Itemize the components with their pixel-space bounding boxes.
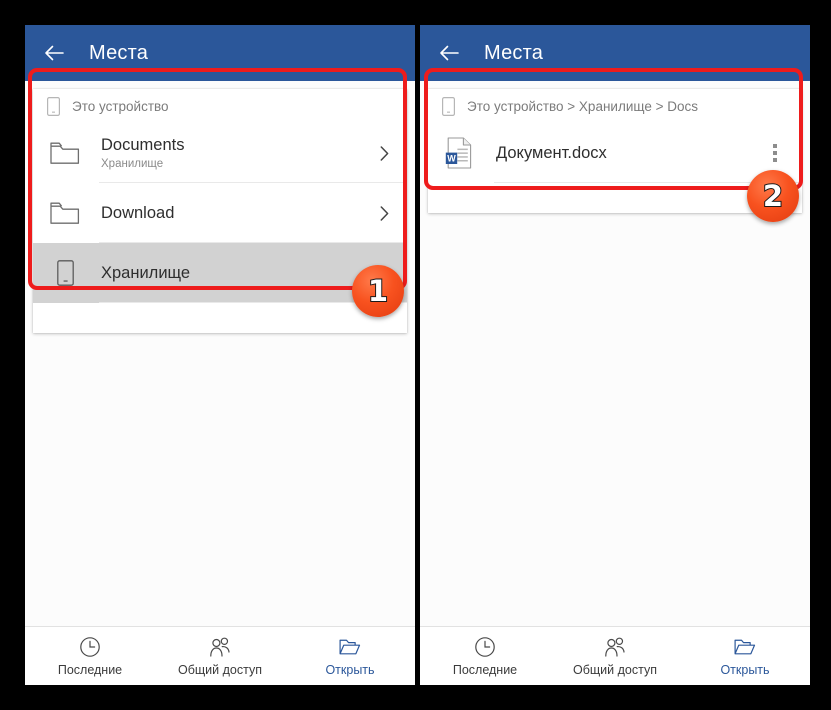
list-item-title: Documents <box>101 136 185 155</box>
page-title: Места <box>89 41 149 64</box>
annotation-badge-number: 1 <box>367 273 389 308</box>
list-item-text: Download <box>101 204 380 223</box>
tab-label: Общий доступ <box>573 662 657 677</box>
phone-panel-left: Места Это устройство Documents Хранилище… <box>25 25 415 685</box>
device-icon <box>47 260 83 286</box>
svg-text:W: W <box>447 153 456 163</box>
annotation-badge-1: 1 <box>352 265 404 317</box>
back-arrow-icon[interactable] <box>41 40 67 66</box>
people-icon <box>605 637 625 657</box>
device-icon <box>47 96 60 116</box>
bottom-tab-bar-left: Последние Общий доступ Открыть <box>25 626 415 685</box>
tab-open[interactable]: Открыть <box>285 627 415 685</box>
app-bar-right: Места <box>420 25 810 81</box>
folder-icon <box>47 141 83 165</box>
annotation-badge-2: 2 <box>747 170 799 222</box>
tab-label: Открыть <box>720 662 770 677</box>
folder-open-icon <box>734 639 756 654</box>
files-list-card-right: Это устройство > Хранилище > Docs W Доку… <box>428 89 802 213</box>
kebab-menu-icon[interactable] <box>766 142 784 164</box>
tab-label: Последние <box>57 662 123 677</box>
list-item-text: Хранилище <box>101 264 380 283</box>
list-item-text: Documents Хранилище <box>101 136 380 170</box>
list-item-text: Документ.docx <box>496 144 766 163</box>
tab-recent[interactable]: Последние <box>420 627 550 685</box>
back-arrow-icon[interactable] <box>436 40 462 66</box>
card-tail <box>33 303 407 333</box>
annotation-badge-number: 2 <box>762 178 784 213</box>
tab-label: Общий доступ <box>178 662 262 677</box>
tab-open[interactable]: Открыть <box>680 627 810 685</box>
list-item[interactable]: W Документ.docx <box>428 123 802 183</box>
tab-label: Открыть <box>325 662 375 677</box>
tab-label: Последние <box>452 662 518 677</box>
breadcrumb-left[interactable]: Это устройство <box>33 89 407 123</box>
people-icon <box>210 637 230 657</box>
word-document-icon: W <box>442 137 478 169</box>
device-icon <box>442 96 455 116</box>
folder-open-icon <box>339 639 361 654</box>
chevron-right-icon <box>380 205 389 221</box>
breadcrumb-text: Это устройство <box>72 98 169 114</box>
phone-panel-right: Места Это устройство > Хранилище > Docs <box>420 25 810 685</box>
list-item-title: Хранилище <box>101 263 191 282</box>
places-list-card-left: Это устройство Documents Хранилище Downl… <box>33 89 407 333</box>
folder-icon <box>47 201 83 225</box>
tab-shared[interactable]: Общий доступ <box>155 627 285 685</box>
app-bar-left: Места <box>25 25 415 81</box>
page-title: Места <box>484 41 544 64</box>
content-area-left: Это устройство Documents Хранилище Downl… <box>25 81 415 627</box>
list-item-selected[interactable]: Хранилище <box>33 243 407 303</box>
breadcrumb-text: Это устройство > Хранилище > Docs <box>467 98 698 114</box>
tab-recent[interactable]: Последние <box>25 627 155 685</box>
list-item[interactable]: Download <box>33 183 407 243</box>
breadcrumb-right[interactable]: Это устройство > Хранилище > Docs <box>428 89 802 123</box>
list-item[interactable]: Documents Хранилище <box>33 123 407 183</box>
chevron-right-icon <box>380 145 389 161</box>
clock-icon <box>475 636 495 657</box>
list-item-subtitle: Хранилище <box>101 157 164 170</box>
clock-icon <box>80 636 100 657</box>
bottom-tab-bar-right: Последние Общий доступ Открыть <box>420 626 810 685</box>
list-item-title: Download <box>101 203 175 222</box>
content-area-right: Это устройство > Хранилище > Docs W Доку… <box>420 81 810 627</box>
card-tail <box>428 183 802 213</box>
list-item-title: Документ.docx <box>496 143 607 162</box>
tab-shared[interactable]: Общий доступ <box>550 627 680 685</box>
